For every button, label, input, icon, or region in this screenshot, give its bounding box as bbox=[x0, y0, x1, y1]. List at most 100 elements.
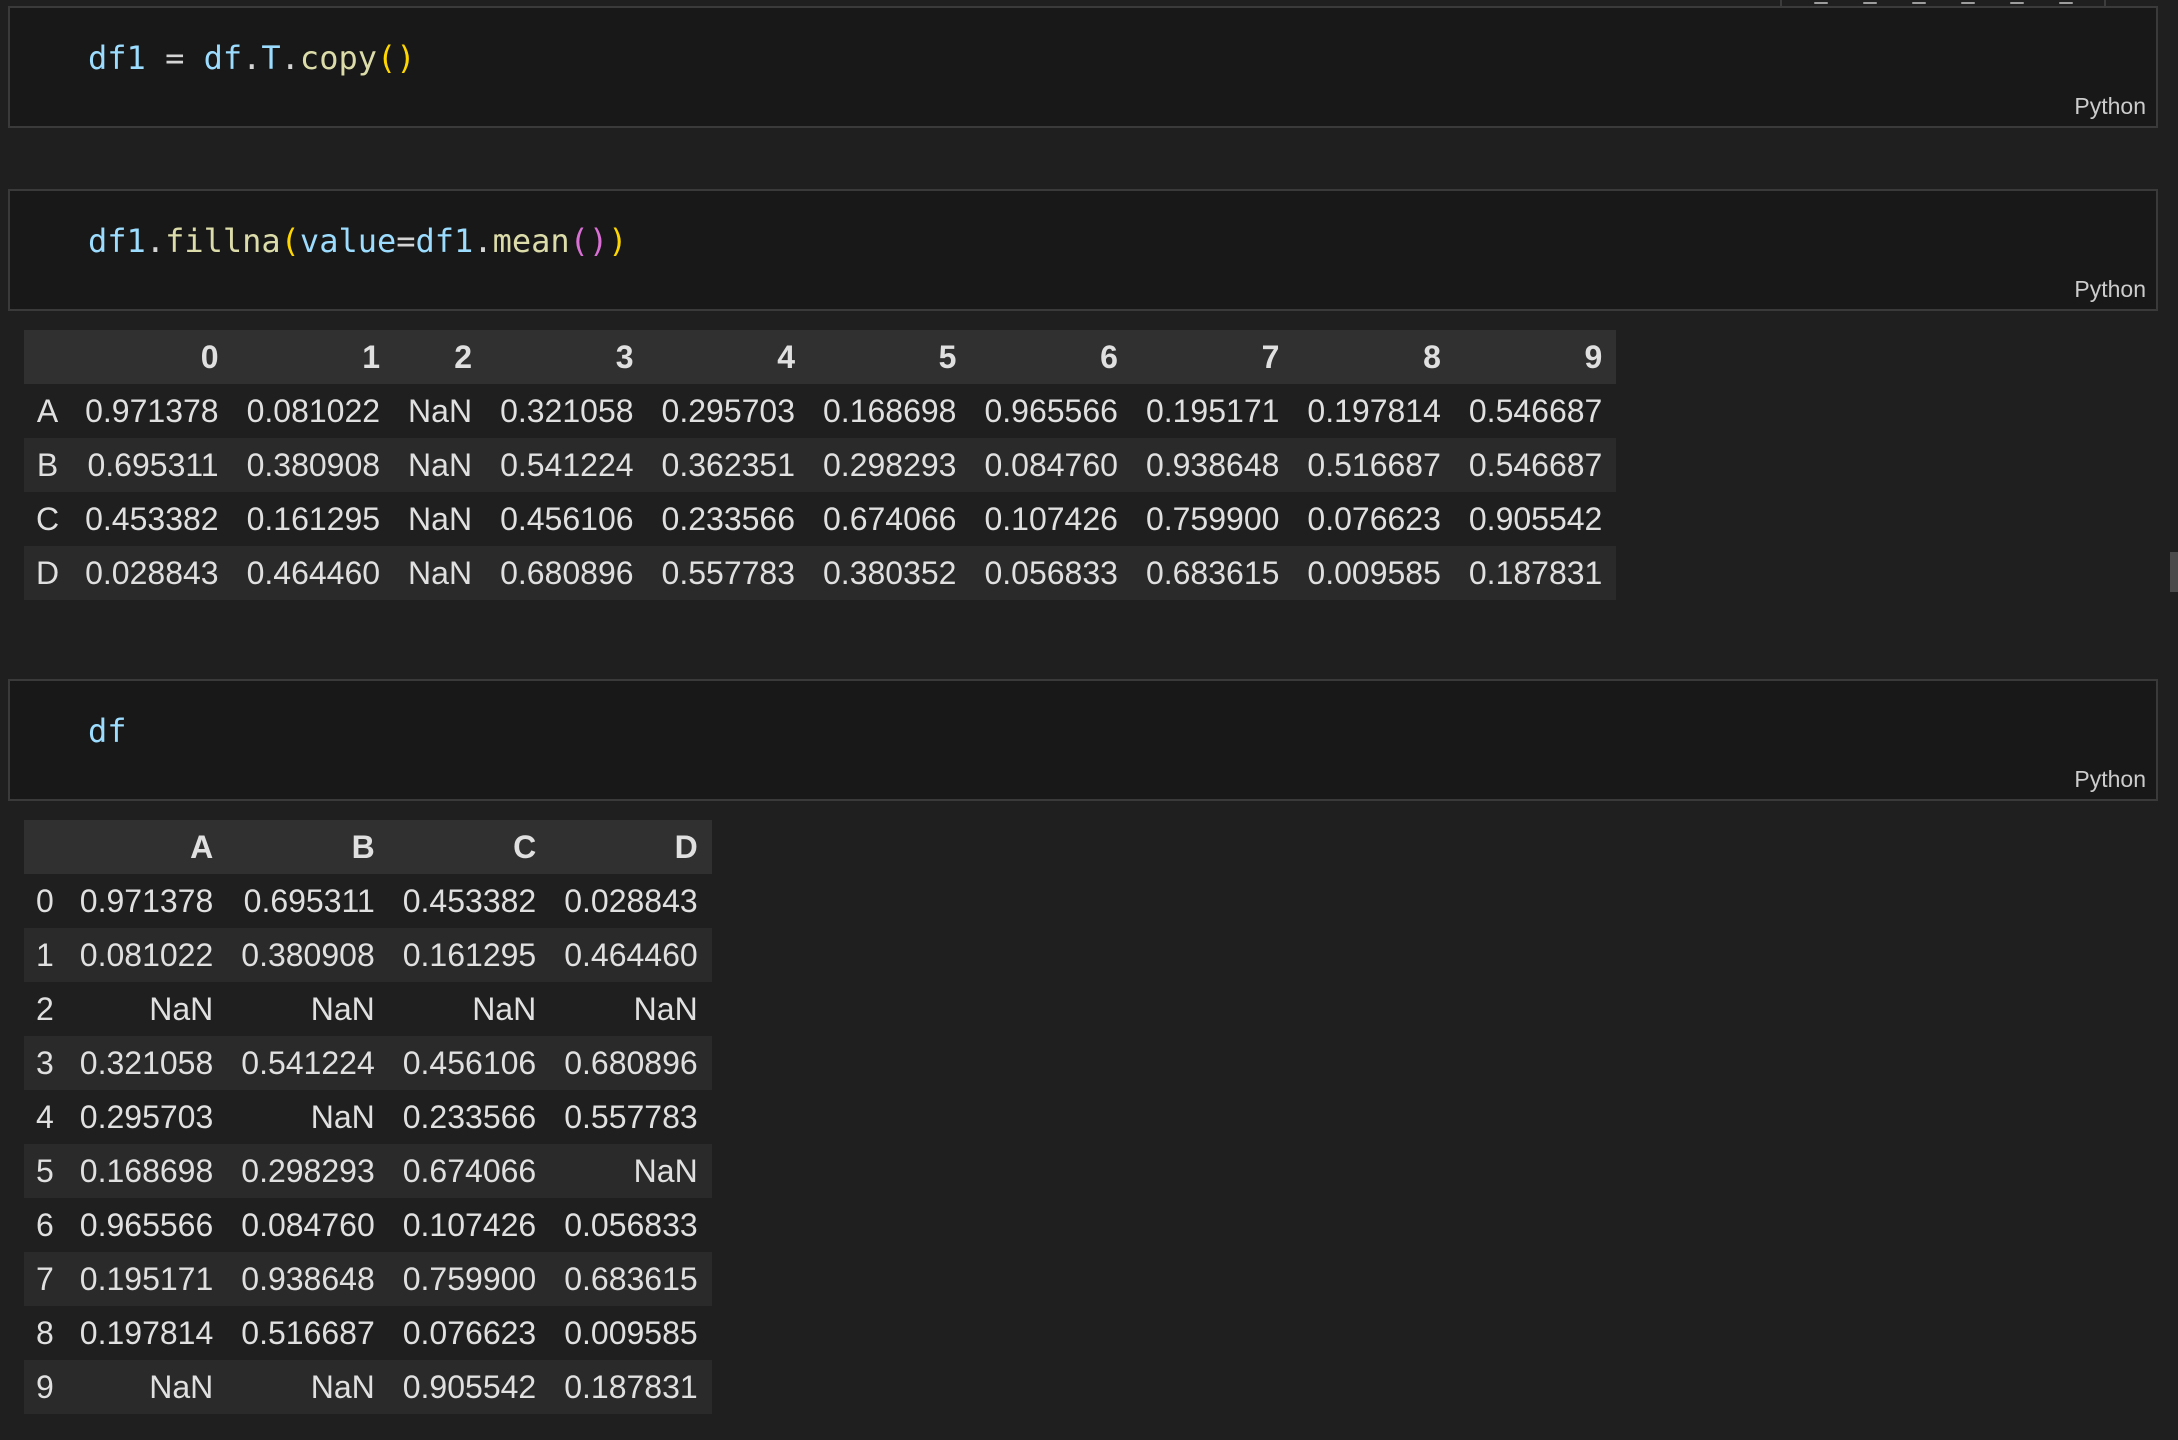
row-index: 4 bbox=[36, 1098, 54, 1135]
code-token: copy bbox=[299, 39, 377, 77]
table-cell: NaN bbox=[227, 1360, 389, 1414]
table-cell: 0.938648 bbox=[227, 1252, 389, 1306]
table-cell: NaN bbox=[149, 990, 214, 1027]
code-token: fillna bbox=[165, 222, 281, 260]
table-row: 2 NaN NaN NaN NaN bbox=[24, 982, 712, 1036]
table-cell: 0.197814 bbox=[79, 1314, 214, 1351]
table-cell: 0.674066 bbox=[388, 1144, 551, 1198]
column-header: 3 bbox=[486, 330, 648, 384]
execute-above-icon[interactable] bbox=[1859, 0, 1881, 4]
table-cell: 0.076623 bbox=[1307, 500, 1441, 537]
code-editor[interactable]: df bbox=[88, 711, 127, 751]
table-row: 5 0.168698 0.298293 0.674066 NaN bbox=[24, 1144, 712, 1198]
code-editor[interactable]: df1 = df.T.copy() bbox=[88, 38, 416, 78]
row-index: 8 bbox=[36, 1314, 54, 1351]
row-index: A bbox=[36, 392, 59, 429]
table-cell: 0.081022 bbox=[246, 392, 381, 429]
code-cell-2[interactable]: df1.fillna(value=df1.mean()) Python bbox=[8, 189, 2158, 311]
table-cell: NaN bbox=[65, 1360, 228, 1414]
table-cell: 0.516687 bbox=[1293, 438, 1455, 492]
table-row: 1 0.081022 0.380908 0.161295 0.464460 bbox=[24, 928, 712, 982]
table-cell: NaN bbox=[310, 1098, 375, 1135]
table-cell: 0.971378 bbox=[79, 882, 214, 919]
table-cell: 0.009585 bbox=[1293, 546, 1455, 600]
table-cell: 0.084760 bbox=[970, 438, 1132, 492]
language-label[interactable]: Python bbox=[2074, 766, 2146, 793]
table-cell: 0.081022 bbox=[65, 928, 228, 982]
table-row: 4 0.295703 NaN 0.233566 0.557783 bbox=[24, 1090, 712, 1144]
run-by-line-icon[interactable] bbox=[1810, 0, 1832, 4]
code-token: df1 bbox=[415, 222, 474, 260]
output-dataframe-table: ABCD 0 0.971378 0.695311 0.453382 0.028843 1 0… bbox=[24, 820, 712, 1414]
table-cell: 0.516687 bbox=[241, 1314, 375, 1351]
table-cell: 0.905542 bbox=[388, 1360, 551, 1414]
table-cell: 0.187831 bbox=[550, 1360, 712, 1414]
execute-below-icon[interactable] bbox=[1908, 0, 1930, 4]
table-cell: 0.298293 bbox=[809, 438, 971, 492]
table-cell: 0.905542 bbox=[1468, 500, 1603, 537]
column-header: 6 bbox=[970, 330, 1132, 384]
table-cell: 0.161295 bbox=[246, 500, 381, 537]
column-header: 0 bbox=[71, 330, 233, 384]
table-cell: 0.295703 bbox=[661, 392, 795, 429]
table-cell: 0.295703 bbox=[79, 1098, 214, 1135]
row-index: 6 bbox=[36, 1206, 54, 1243]
code-token: . bbox=[242, 39, 262, 77]
split-cell-icon[interactable] bbox=[1957, 0, 1979, 4]
table-cell: 0.680896 bbox=[486, 546, 648, 600]
table-cell: NaN bbox=[408, 500, 473, 537]
code-cell-3[interactable]: df Python bbox=[8, 679, 2158, 801]
table-cell: 0.456106 bbox=[388, 1036, 551, 1090]
table-cell: 0.168698 bbox=[65, 1144, 228, 1198]
more-actions-icon[interactable] bbox=[2006, 0, 2028, 4]
table-cell: 0.938648 bbox=[1131, 438, 1294, 492]
table-cell: 0.680896 bbox=[550, 1036, 712, 1090]
row-index: B bbox=[24, 438, 72, 492]
column-header: A bbox=[65, 820, 228, 874]
code-token: . bbox=[145, 222, 166, 260]
table-cell: 0.321058 bbox=[500, 392, 634, 429]
table-cell: 0.674066 bbox=[823, 500, 957, 537]
code-token: T bbox=[261, 39, 281, 77]
code-editor[interactable]: df1.fillna(value=df1.mean()) bbox=[88, 221, 627, 261]
table-cell: 0.456106 bbox=[500, 500, 634, 537]
table-cell: NaN bbox=[394, 438, 487, 492]
notebook-editor: df1 = df.T.copy() Python df1.fillna(valu… bbox=[0, 0, 2178, 1440]
table-row: 6 0.965566 0.084760 0.107426 0.056833 bbox=[24, 1198, 712, 1252]
table-cell: 0.161295 bbox=[388, 928, 551, 982]
table-cell: 0.233566 bbox=[402, 1098, 537, 1135]
table-cell: NaN bbox=[310, 990, 375, 1027]
table-cell: 0.380908 bbox=[232, 438, 395, 492]
table-cell: 0.546687 bbox=[1454, 438, 1617, 492]
table-cell: 0.453382 bbox=[402, 882, 537, 919]
row-index: C bbox=[36, 500, 60, 537]
table-cell: 0.028843 bbox=[71, 546, 233, 600]
row-index: 2 bbox=[36, 990, 54, 1027]
scrollbar-thumb[interactable] bbox=[2170, 552, 2178, 592]
table-cell: 0.759900 bbox=[388, 1252, 551, 1306]
language-label[interactable]: Python bbox=[2074, 276, 2146, 303]
table-cell: 0.321058 bbox=[65, 1036, 228, 1090]
language-label[interactable]: Python bbox=[2074, 93, 2146, 120]
code-token: () bbox=[569, 222, 609, 260]
code-cell-1[interactable]: df1 = df.T.copy() Python bbox=[8, 6, 2158, 128]
delete-cell-icon[interactable] bbox=[2055, 0, 2077, 4]
row-index: 5 bbox=[24, 1144, 66, 1198]
table-cell: 0.056833 bbox=[564, 1206, 698, 1243]
table-cell: 0.233566 bbox=[661, 500, 795, 537]
column-header: 4 bbox=[647, 330, 809, 384]
code-token: . bbox=[473, 222, 493, 260]
row-index: 0 bbox=[36, 882, 54, 919]
table-cell: 0.197814 bbox=[1307, 392, 1441, 429]
table-cell: NaN bbox=[472, 990, 537, 1027]
table-cell: 0.076623 bbox=[402, 1314, 537, 1351]
table-row: A 0.971378 0.081022 NaN 0.321058 0.295703 0.16… bbox=[24, 384, 1616, 438]
table-cell: 0.557783 bbox=[564, 1098, 698, 1135]
table-cell: 0.695311 bbox=[243, 882, 375, 919]
code-token: df bbox=[88, 712, 127, 750]
code-token: df bbox=[203, 39, 243, 77]
row-index: 3 bbox=[24, 1036, 66, 1090]
table-cell: NaN bbox=[550, 1144, 712, 1198]
row-index: 1 bbox=[24, 928, 66, 982]
table-cell: NaN bbox=[633, 990, 698, 1027]
